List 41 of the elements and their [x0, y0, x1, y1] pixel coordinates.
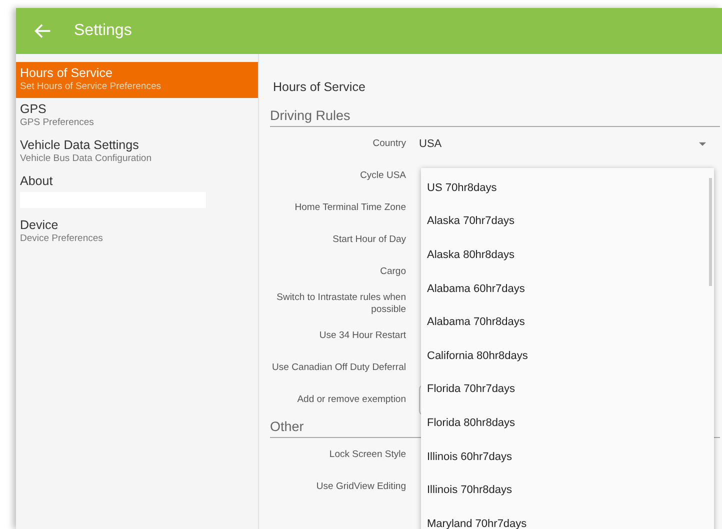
section-heading: Driving Rules: [270, 106, 720, 127]
dropdown-option[interactable]: Maryland 70hr7days: [421, 506, 714, 529]
setting-label: Home Terminal Time Zone: [294, 202, 406, 214]
dropdown-option[interactable]: US 70hr8days: [421, 171, 714, 205]
dropdown-option[interactable]: Illinois 70hr8days: [421, 473, 714, 507]
sidebar-item[interactable]: About: [16, 170, 258, 214]
sidebar-item-subtitle: Set Hours of Service Preferences: [20, 81, 162, 92]
dropdown-option[interactable]: Alaska 80hr8days: [421, 238, 714, 272]
sidebar-item-title: Device: [20, 218, 60, 232]
screen-title: Settings: [74, 22, 132, 40]
back-arrow-icon[interactable]: [34, 22, 52, 40]
country-dropdown[interactable]: USA: [419, 138, 720, 150]
setting-label: Lock Screen Style: [328, 448, 406, 462]
dropdown-option[interactable]: Alaska 70hr7days: [421, 204, 714, 238]
sidebar-item-title: Vehicle Data Settings: [20, 138, 140, 152]
setting-label: Add or remove exemption: [296, 394, 406, 406]
dropdown-option[interactable]: Florida 70hr7days: [421, 372, 714, 406]
setting-label: Switch to Intrastate rules when possible: [276, 292, 406, 316]
sidebar-item-title: GPS: [20, 102, 48, 116]
setting-label: Cargo: [379, 266, 406, 278]
sidebar-item[interactable]: GPS GPS Preferences: [16, 98, 258, 134]
setting-label: Country: [372, 138, 406, 150]
sidebar-item[interactable]: Device Device Preferences: [16, 214, 258, 250]
dropdown-option[interactable]: Alabama 60hr7days: [421, 272, 714, 306]
sidebar-item-subtitle: Vehicle Bus Data Configuration: [20, 153, 152, 164]
setting-label: Start Hour of Day: [332, 234, 406, 246]
sidebar-item-subtitle: GPS Preferences: [20, 117, 95, 128]
sidebar-item[interactable]: Vehicle Data Settings Vehicle Bus Data Configuration: [16, 134, 258, 170]
dropdown-option[interactable]: California 80hr8days: [421, 338, 714, 373]
setting-label: Use GridView Editing: [315, 480, 406, 494]
setting-label: Use Canadian Off Duty Deferral: [271, 362, 406, 374]
dropdown-option[interactable]: Illinois 60hr7days: [421, 440, 714, 474]
sidebar-item-title: Hours of Service: [20, 66, 114, 80]
sidebar-item-title: About: [20, 174, 54, 188]
scrollbar[interactable]: [709, 178, 712, 286]
setting-label: Cycle USA: [359, 170, 406, 182]
caret-icon: [699, 142, 706, 146]
page-heading: Hours of Service: [272, 79, 366, 96]
setting-label: Use 34 Hour Restart: [318, 330, 406, 342]
dropdown-option[interactable]: Alabama 70hr8days: [421, 305, 714, 339]
sidebar-item-subtitle: Device Preferences: [20, 233, 104, 244]
